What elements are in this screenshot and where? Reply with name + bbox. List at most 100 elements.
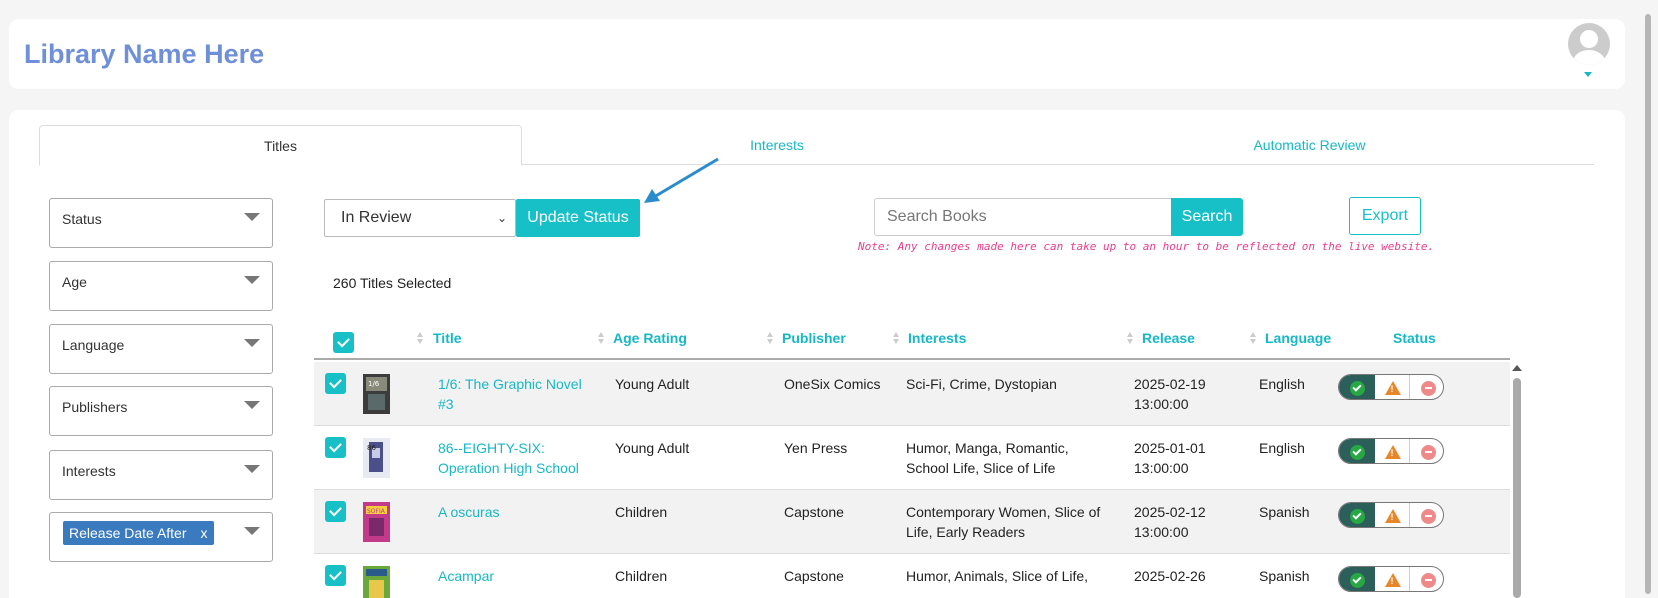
review-segment[interactable]: ! [1376,375,1410,399]
reject-segment[interactable] [1411,439,1443,463]
publisher-cell: OneSix Comics [784,376,881,392]
book-cover-image[interactable] [363,566,390,598]
column-title[interactable]: Title [433,330,462,346]
filter-publishers[interactable]: Publishers [49,386,273,436]
row-checkbox[interactable] [325,437,346,458]
language-cell: English [1259,376,1305,392]
tab-interests[interactable]: Interests [522,125,1032,165]
language-cell: Spanish [1259,504,1310,520]
search-button[interactable]: Search [1171,198,1243,236]
svg-text:86: 86 [367,444,376,452]
title-line: Acampar [438,568,495,584]
status-toggle[interactable]: ! [1338,566,1444,592]
publisher-cell: Yen Press [784,440,848,456]
update-status-button[interactable]: Update Status [516,199,640,237]
book-title-link[interactable]: A oscuras [438,502,499,522]
export-button[interactable]: Export [1349,197,1421,235]
warning-icon: ! [1384,573,1401,587]
book-title-link[interactable]: Acampar [438,566,494,586]
minus-circle-icon [1420,572,1436,588]
page-scrollbar[interactable] [1645,0,1651,598]
check-circle-icon [1349,380,1365,396]
release-date-chip: Release Date After x [63,521,214,545]
user-menu-caret-icon[interactable] [1584,72,1592,77]
chevron-down-icon [244,213,260,221]
select-all-checkbox[interactable] [333,332,354,353]
reject-segment[interactable] [1411,375,1443,399]
publisher-cell: Capstone [784,504,844,520]
table-scrollbar[interactable] [1512,362,1522,598]
check-circle-icon [1349,508,1365,524]
book-cover-image[interactable]: 86 [363,438,390,478]
filter-interests[interactable]: Interests [49,450,273,500]
book-cover-image[interactable]: 1/6 [363,374,390,414]
filter-status[interactable]: Status [49,198,273,248]
review-segment[interactable]: ! [1376,567,1410,591]
release-cell: 2025-02-26 [1134,566,1206,586]
review-segment[interactable]: ! [1376,439,1410,463]
check-circle-icon [1349,572,1365,588]
chevron-down-icon [244,276,260,284]
interests-line: Sci-Fi, Crime, Dystopian [906,376,1057,392]
column-release[interactable]: Release [1142,330,1195,346]
release-cell: 2025-01-01 13:00:00 [1134,438,1206,478]
release-date: 2025-02-12 [1134,504,1206,520]
filter-age[interactable]: Age [49,261,273,311]
interests-cell: Humor, Animals, Slice of Life, [906,566,1088,586]
scroll-thumb[interactable] [1513,378,1521,598]
tab-titles[interactable]: Titles [39,125,522,166]
reject-segment[interactable] [1411,503,1443,527]
search-input[interactable]: Search Books [874,198,1172,236]
book-cover-image[interactable]: SOFIA [363,502,390,542]
filter-interests-label: Interests [62,463,116,479]
book-title-link[interactable]: 1/6: The Graphic Novel #3 [438,374,582,414]
chevron-down-icon [244,465,260,473]
approve-segment[interactable] [1339,439,1375,463]
user-avatar-icon[interactable] [1568,23,1610,65]
svg-text:SOFIA: SOFIA [367,508,386,515]
column-publisher[interactable]: Publisher [782,330,846,346]
row-checkbox[interactable] [325,373,346,394]
approve-segment[interactable] [1339,503,1375,527]
chevron-down-icon [244,527,260,535]
filter-language-label: Language [62,337,125,353]
reject-segment[interactable] [1411,567,1443,591]
warning-icon: ! [1384,381,1401,395]
release-cell: 2025-02-12 13:00:00 [1134,502,1206,542]
book-title-link[interactable]: 86--EIGHTY-SIX: Operation High School [438,438,579,478]
warning-icon: ! [1384,509,1401,523]
approve-segment[interactable] [1339,567,1375,591]
row-checkbox[interactable] [325,501,346,522]
column-language[interactable]: Language [1265,330,1331,346]
minus-circle-icon [1420,380,1436,396]
release-date: 2025-02-19 [1134,376,1206,392]
table-row: SOFIA A oscuras Children Capstone Contem… [314,490,1510,554]
status-select[interactable]: In Review ⌄ [324,199,516,237]
status-toggle[interactable]: ! [1338,502,1444,528]
status-toggle[interactable]: ! [1338,374,1444,400]
scroll-up-icon[interactable] [1512,365,1522,371]
svg-text:1/6: 1/6 [368,380,380,388]
chevron-down-icon [244,401,260,409]
age-rating-cell: Young Adult [615,440,690,456]
filter-language[interactable]: Language [49,324,273,374]
column-age-rating[interactable]: Age Rating [613,330,687,346]
review-segment[interactable]: ! [1376,503,1410,527]
annotation-arrow-icon [644,157,719,203]
approve-segment[interactable] [1339,375,1375,399]
language-cell: English [1259,440,1305,456]
tab-automatic-review[interactable]: Automatic Review [1032,125,1587,165]
interests-line: School Life, Slice of Life [906,460,1056,476]
status-toggle[interactable]: ! [1338,438,1444,464]
top-header: Library Name Here [9,19,1625,89]
chip-remove-button[interactable]: x [201,525,208,541]
row-checkbox[interactable] [325,565,346,586]
minus-circle-icon [1420,508,1436,524]
release-date: 2025-01-01 [1134,440,1206,456]
filter-release-date[interactable]: Release Date After x [49,512,273,562]
interests-line: Life, Early Readers [906,524,1026,540]
table-header: Title Age Rating Publisher Interests Rel… [314,320,1510,360]
column-interests[interactable]: Interests [908,330,966,346]
table-row: Acampar Children Capstone Humor, Animals… [314,554,1510,598]
chevron-down-icon: ⌄ [496,211,507,225]
